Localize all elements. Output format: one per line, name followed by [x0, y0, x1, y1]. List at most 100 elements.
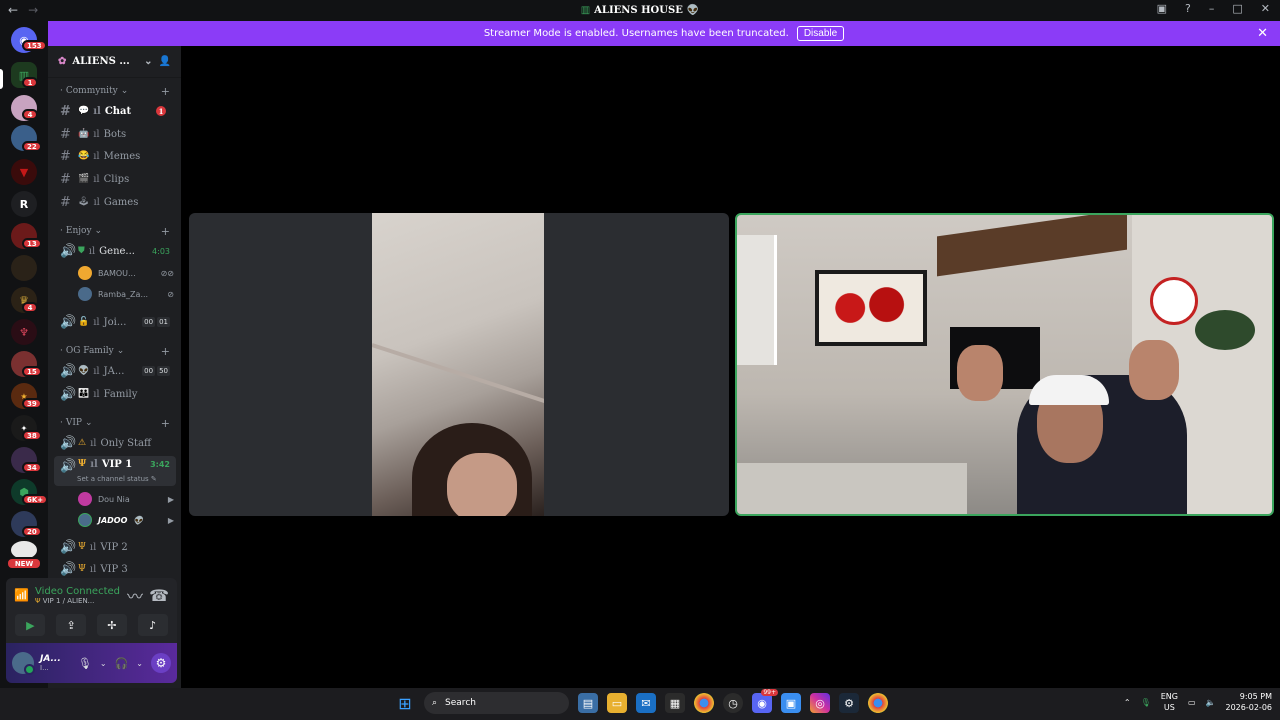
window-title-text: ALIENS HOUSE [594, 5, 683, 16]
voice-user-name: Ramba_Za... [98, 289, 149, 299]
server-badge: 6K+ [22, 494, 49, 505]
voice-channel-only-staff[interactable]: 🔊 ⚠ ıl Only Staff [54, 433, 176, 453]
voice-channel-general[interactable]: 🔊 ⛊ ıl Gene... 4:03 [54, 241, 176, 261]
settings-gear-icon[interactable]: ⚙ [151, 653, 171, 673]
voice-user-name: JADOO [98, 515, 128, 525]
file-explorer-icon[interactable]: ▭ [607, 693, 627, 713]
windows-start-icon[interactable]: ⊞ [395, 693, 415, 713]
video-feed-beam [937, 215, 1127, 277]
user-count: 00 [142, 366, 156, 376]
voice-channel-path[interactable]: Ψ VIP 1 / ALIEN... [35, 597, 121, 605]
channel-chat[interactable]: # 💬 ıl Chat 1 [54, 101, 176, 121]
server-icon-r[interactable]: R [11, 191, 37, 217]
voice-user[interactable]: BAMOU... ⊘⊘ [78, 263, 174, 283]
noise-suppression-icon[interactable]: 〰 [127, 583, 143, 607]
add-channel-icon[interactable]: + [161, 345, 170, 358]
chrome-icon[interactable] [868, 693, 888, 713]
video-tile-jadoo[interactable] [735, 213, 1274, 516]
add-channel-icon[interactable]: + [161, 85, 170, 98]
channel-label: Family [103, 388, 138, 400]
screen-share-button[interactable]: ⇪ [56, 614, 87, 636]
alien-icon: 👽 [133, 515, 144, 525]
camera-button[interactable]: ▶ [15, 614, 46, 636]
widgets-icon[interactable]: ▤ [578, 693, 598, 713]
user-limit-count: 50 [157, 366, 170, 376]
language-indicator[interactable]: ENG US [1161, 691, 1178, 713]
category-vip[interactable]: · VIP ⌄ + [60, 417, 170, 430]
avatar [78, 513, 92, 527]
voice-channel-family[interactable]: 🔊 👪 ıl Family [54, 384, 176, 404]
voice-status-title[interactable]: Video Connected [35, 586, 121, 597]
store-icon[interactable]: ▦ [665, 693, 685, 713]
category-enjoy[interactable]: · Enjoy ⌄ + [60, 225, 170, 238]
category-commynity[interactable]: · Commynity ⌄ + [60, 85, 170, 98]
taskbar-search[interactable]: ⌕ Search [424, 692, 569, 714]
category-og-family[interactable]: · OG Family ⌄ + [60, 345, 170, 358]
back-arrow-icon[interactable]: ← [8, 3, 18, 17]
system-clock[interactable]: 9:05 PM 2026-02-06 [1226, 691, 1273, 713]
network-icon[interactable]: ▭ [1188, 698, 1196, 707]
activities-button[interactable]: ✢ [96, 614, 127, 636]
help-icon[interactable]: ? [1185, 2, 1191, 15]
channel-memes[interactable]: # 😂 ıl Memes [54, 146, 176, 166]
maximize-icon[interactable]: □ [1232, 2, 1242, 15]
voice-channel-vip2[interactable]: 🔊 Ψıl VIP 2 [54, 537, 176, 557]
server-icon[interactable] [11, 255, 37, 281]
signal-icon[interactable]: 📶 [14, 588, 29, 602]
voice-user[interactable]: JADOO 👽 ▶ [78, 510, 174, 530]
speech-bubble-icon: 💬 [78, 106, 90, 116]
channel-label: Clips [103, 173, 130, 185]
chevron-down-icon: ⌄ [144, 56, 153, 67]
server-icon-small: ▥ [580, 5, 591, 16]
clock-app-icon[interactable]: ◷ [723, 693, 743, 713]
volume-icon[interactable]: 🔈 [1206, 698, 1216, 707]
mic-options-chevron-icon[interactable]: ⌄ [100, 659, 107, 668]
video-tile-dou-nia[interactable] [189, 213, 729, 516]
user-avatar[interactable] [12, 652, 35, 675]
instagram-icon[interactable]: ◎ [810, 693, 830, 713]
headphone-options-chevron-icon[interactable]: ⌄ [136, 659, 143, 668]
server-icon[interactable]: ▼ [11, 159, 37, 185]
close-window-icon[interactable]: ✕ [1261, 2, 1270, 15]
add-channel-icon[interactable]: + [161, 417, 170, 430]
server-icon[interactable]: ♆ [11, 319, 37, 345]
inbox-icon[interactable]: ▣ [1157, 2, 1167, 15]
headphones-icon[interactable]: 🎧 [115, 657, 129, 670]
video-icon: ▶ [167, 515, 174, 525]
steam-icon[interactable]: ⚙ [839, 693, 859, 713]
voice-user[interactable]: Ramba_Za... ⊘ [78, 284, 174, 304]
video-feed-window [737, 235, 777, 365]
disconnect-icon[interactable]: ☎ [149, 586, 169, 605]
soundboard-button[interactable]: ♪ [137, 614, 168, 636]
invite-people-icon[interactable]: 👤 [159, 56, 171, 67]
video-icon: ▶ [167, 494, 174, 504]
microphone-icon[interactable]: 🎙 [78, 657, 92, 670]
chrome-icon[interactable] [694, 693, 714, 713]
speaker-icon: 🔊 [60, 363, 77, 379]
discord-taskbar-icon[interactable]: ◉ 99+ [752, 689, 778, 713]
server-header[interactable]: ✿ ALIENS ... ⌄ 👤 [48, 46, 181, 78]
close-icon[interactable]: ✕ [1257, 26, 1268, 41]
add-channel-icon[interactable]: + [161, 225, 170, 238]
voice-channel-join[interactable]: 🔊 🔓 ıl Joi... 00 01 [54, 312, 176, 332]
outlook-icon[interactable]: ✉ [636, 693, 656, 713]
voice-user[interactable]: Dou Nia ▶ [78, 489, 174, 509]
hash-icon: # [60, 171, 71, 187]
channel-label: Games [103, 196, 139, 208]
user-name[interactable]: JA... [40, 654, 61, 664]
minimize-icon[interactable]: – [1209, 2, 1215, 15]
microphone-tray-icon[interactable]: 🎙 [1141, 698, 1151, 707]
channel-games[interactable]: # 🕹 ıl Games [54, 192, 176, 212]
disable-streamer-button[interactable]: Disable [796, 26, 845, 41]
channel-bots[interactable]: # 🤖 ıl Bots [54, 124, 176, 144]
channel-clips[interactable]: # 🎬 ıl Clips [54, 169, 176, 189]
voice-channel-ja[interactable]: 🔊 👽 ıl JA... 00 50 [54, 361, 176, 381]
app-icon[interactable]: ▣ [781, 693, 801, 713]
forward-arrow-icon[interactable]: → [28, 3, 38, 17]
channel-status[interactable]: Set a channel status ✎ [77, 475, 157, 483]
tray-chevron-icon[interactable]: ⌃ [1124, 698, 1131, 707]
voice-channel-vip3[interactable]: 🔊 Ψıl VIP 3 [54, 559, 176, 579]
server-badge: 39 [22, 398, 42, 409]
avatar [78, 492, 92, 506]
laugh-icon: 😂 [78, 151, 90, 161]
